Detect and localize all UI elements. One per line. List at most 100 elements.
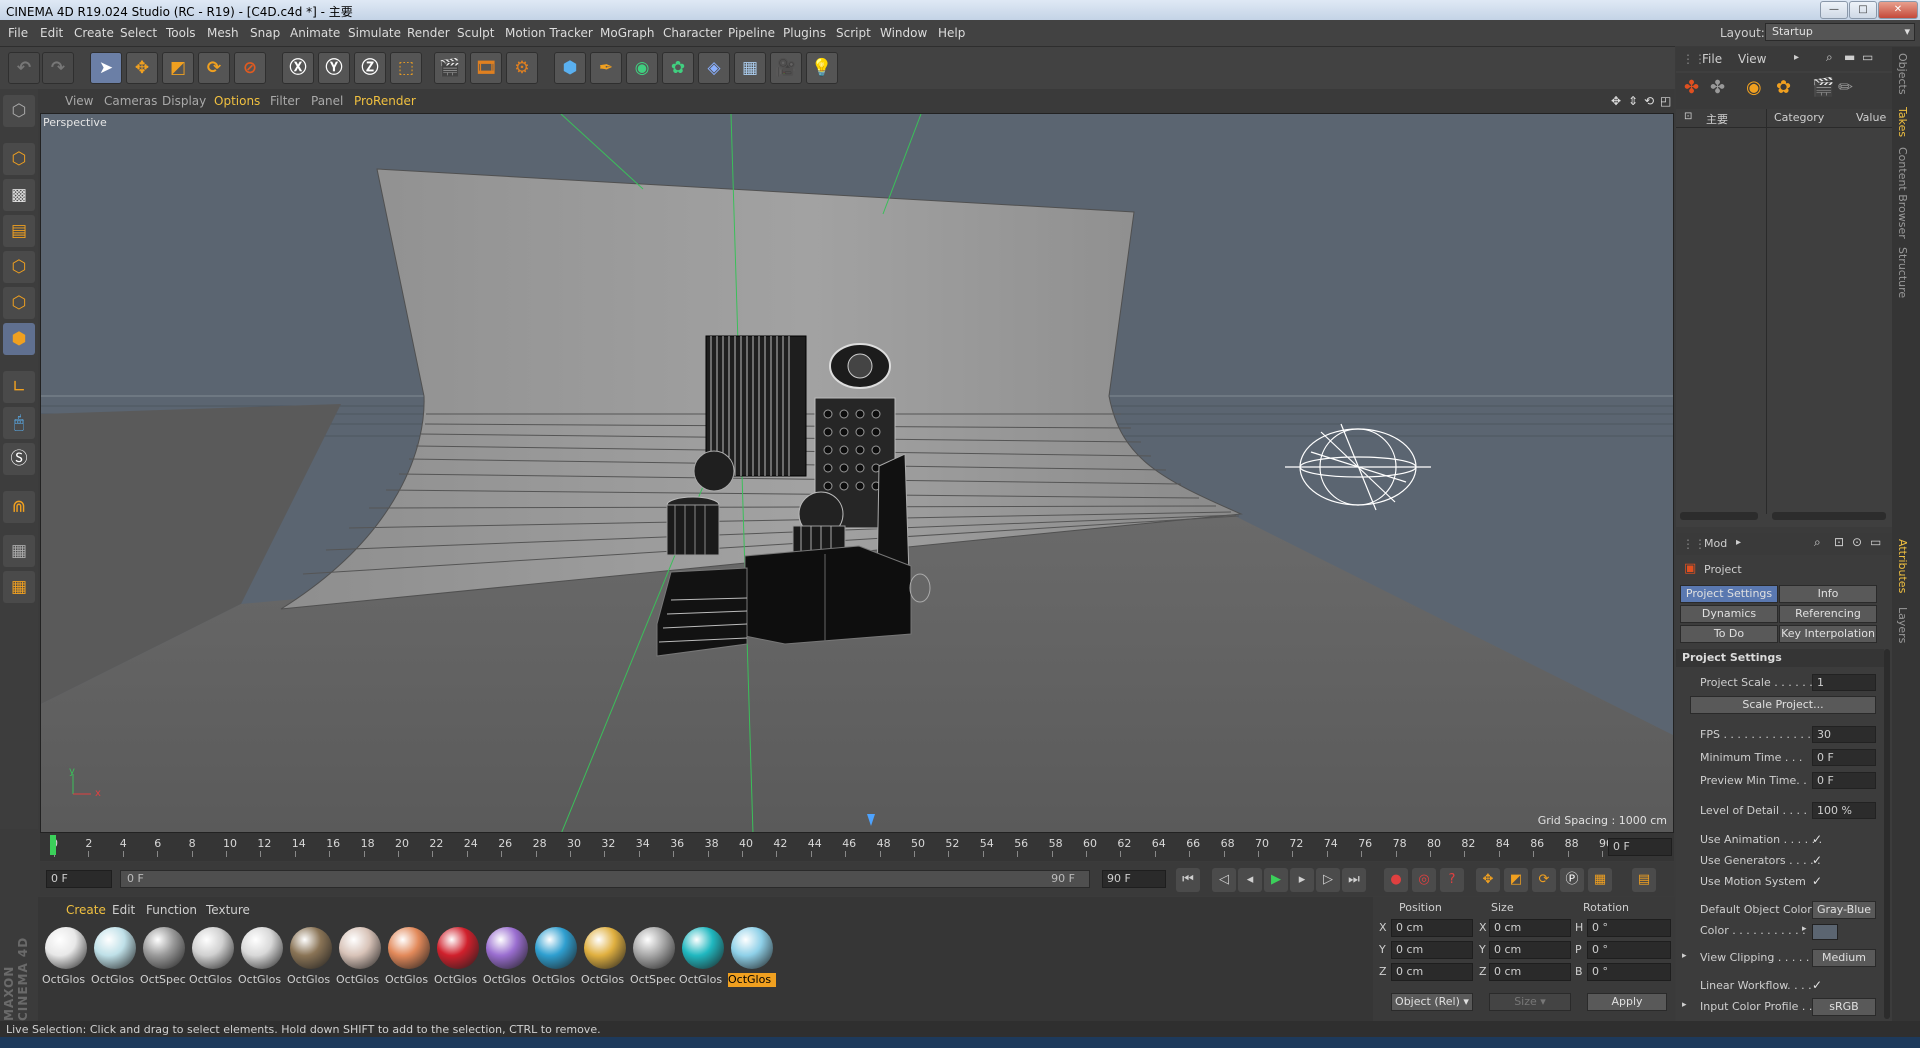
tab-objects[interactable]: Objects	[1896, 53, 1909, 95]
viewport-menu-filter[interactable]: Filter	[270, 94, 300, 108]
tab-attributes[interactable]: Attributes	[1896, 539, 1909, 593]
material-menu-texture[interactable]: Texture	[206, 903, 250, 917]
viewport-menu-prorender[interactable]: ProRender	[354, 94, 416, 108]
preview-range-slider[interactable]: 0 F 90 F	[120, 870, 1090, 888]
input-color-profile-dropdown[interactable]: sRGB	[1812, 998, 1876, 1016]
size-y-field[interactable]: 0 cm	[1489, 941, 1571, 959]
lock-icon[interactable]: ⊡	[1834, 535, 1844, 549]
tab-content-browser[interactable]: Content Browser	[1896, 147, 1909, 239]
workplane-mode-button[interactable]: ▤	[3, 215, 35, 247]
main-take-label[interactable]: 主要	[1706, 111, 1728, 127]
viewport-menu-options[interactable]: Options	[214, 94, 260, 108]
tab-project-settings[interactable]: Project Settings	[1680, 585, 1778, 603]
tab-to-do[interactable]: To Do	[1680, 625, 1778, 643]
project-scale-field[interactable]: 1	[1812, 674, 1876, 691]
material-menu-function[interactable]: Function	[146, 903, 197, 917]
pen-tool-button[interactable]: ✒	[590, 52, 622, 84]
material-swatch[interactable]: OctSpec	[140, 927, 186, 987]
default-object-color-dropdown[interactable]: Gray-Blue	[1812, 901, 1876, 919]
apply-button[interactable]: Apply	[1587, 993, 1667, 1011]
next-frame-button[interactable]: ▸	[1290, 868, 1314, 892]
material-swatch[interactable]: OctGlos	[336, 927, 382, 987]
tab-layers[interactable]: Layers	[1896, 607, 1909, 643]
texture-mode-button[interactable]: ▩	[3, 179, 35, 211]
take-clone-icon[interactable]: ✤	[1710, 77, 1725, 98]
snap-button[interactable]: ⋒	[3, 491, 35, 523]
tab-structure[interactable]: Structure	[1896, 247, 1909, 298]
viewport-menu-cameras[interactable]: Cameras	[104, 94, 157, 108]
tab-info[interactable]: Info	[1779, 585, 1877, 603]
tab-takes[interactable]: Takes	[1896, 107, 1909, 137]
perspective-viewport[interactable]: Perspective y x Grid Spacing : 1000 cm	[40, 113, 1674, 833]
viewport-menu-display[interactable]: Display	[162, 94, 206, 108]
viewport-zoom-icon[interactable]: ⇕	[1628, 94, 1638, 108]
recent-tool-button[interactable]: ⊘	[234, 52, 266, 84]
timeline-ruler[interactable]: 0246810121416182022242628303234363840424…	[40, 833, 1674, 861]
play-button[interactable]: ▶	[1264, 868, 1288, 892]
viewport-rotate-icon[interactable]: ⟲	[1644, 94, 1654, 108]
make-editable-button[interactable]: ⬡	[3, 95, 35, 127]
take-render-icon[interactable]: 🎬	[1812, 77, 1834, 98]
key-position-button[interactable]: ✥	[1476, 868, 1500, 892]
menu-tools[interactable]: Tools	[166, 26, 196, 40]
tweak-mode-button[interactable]: 🖱	[3, 407, 35, 439]
material-swatch[interactable]: OctGlos	[581, 927, 627, 987]
rotate-tool-button[interactable]: ⟳	[198, 52, 230, 84]
light-button[interactable]: 💡	[806, 52, 838, 84]
menu-animate[interactable]: Animate	[290, 26, 340, 40]
key-pla-button[interactable]: ▦	[1588, 868, 1612, 892]
material-swatch[interactable]: OctGlos	[434, 927, 480, 987]
view-clipping-dropdown[interactable]: Medium	[1812, 949, 1876, 967]
material-swatch[interactable]: OctGlos	[91, 927, 137, 987]
material-swatch[interactable]: OctGlos	[189, 927, 235, 987]
size-mode-dropdown[interactable]: Size ▾	[1489, 993, 1571, 1011]
menu-select[interactable]: Select	[120, 26, 157, 40]
viewport-menu-view[interactable]: View	[65, 94, 93, 108]
cube-button[interactable]: ⬢	[554, 52, 586, 84]
menu-mesh[interactable]: Mesh	[207, 26, 239, 40]
menu-snap[interactable]: Snap	[250, 26, 280, 40]
position-y-field[interactable]: 0 cm	[1391, 941, 1473, 959]
next-key-button[interactable]: ▷	[1316, 868, 1340, 892]
y-axis-lock-button[interactable]: Ⓨ	[318, 52, 350, 84]
coordinate-mode-dropdown[interactable]: Object (Rel) ▾	[1391, 993, 1473, 1011]
menu-script[interactable]: Script	[836, 26, 871, 40]
take-auto-icon[interactable]: ✿	[1776, 77, 1791, 98]
maximize-button[interactable]: □	[1849, 1, 1877, 19]
menu-help[interactable]: Help	[938, 26, 965, 40]
material-swatch[interactable]: OctGlos	[483, 927, 529, 987]
material-swatch[interactable]: OctSpec	[630, 927, 676, 987]
floor-button[interactable]: ▦	[734, 52, 766, 84]
camera-button[interactable]: 🎥	[770, 52, 802, 84]
start-frame-field[interactable]: 0 F	[46, 870, 112, 888]
rotation-p-field[interactable]: 0 °	[1587, 941, 1671, 959]
menu-character[interactable]: Character	[663, 26, 722, 40]
objects-menu-file[interactable]: File	[1702, 52, 1722, 66]
go-to-end-button[interactable]: ⏭	[1342, 868, 1366, 892]
menu-plugins[interactable]: Plugins	[783, 26, 826, 40]
minimize-button[interactable]: —	[1820, 1, 1848, 19]
material-swatch[interactable]: OctGlos	[42, 927, 88, 987]
use-motion-system-checkbox[interactable]: ✓	[1812, 874, 1822, 888]
subdivision-button[interactable]: ◉	[626, 52, 658, 84]
menu-window[interactable]: Window	[880, 26, 927, 40]
render-picture-viewer-button[interactable]: 🎞	[470, 52, 502, 84]
scale-tool-button[interactable]: ◩	[162, 52, 194, 84]
menu-motion-tracker[interactable]: Motion Tracker	[505, 26, 593, 40]
material-swatch[interactable]: OctGlos	[385, 927, 431, 987]
viewport-move-icon[interactable]: ✥	[1611, 94, 1621, 108]
polygon-mode-button[interactable]: ⬢	[3, 323, 35, 355]
material-swatch[interactable]: OctGlos	[532, 927, 578, 987]
linear-workflow-checkbox[interactable]: ✓	[1812, 978, 1822, 992]
cloner-button[interactable]: ✿	[662, 52, 694, 84]
menu-mograph[interactable]: MoGraph	[600, 26, 655, 40]
playhead[interactable]	[50, 835, 56, 855]
key-scale-button[interactable]: ◩	[1504, 868, 1528, 892]
take-add-icon[interactable]: ✤	[1684, 77, 1699, 98]
solo-button[interactable]: Ⓢ	[3, 443, 35, 475]
menu-simulate[interactable]: Simulate	[348, 26, 401, 40]
material-menu-edit[interactable]: Edit	[112, 903, 135, 917]
takes-expand-icon[interactable]: ⊡	[1684, 111, 1692, 122]
right-horizontal-scrollbar[interactable]	[1772, 512, 1886, 520]
previous-frame-button[interactable]: ◂	[1238, 868, 1262, 892]
